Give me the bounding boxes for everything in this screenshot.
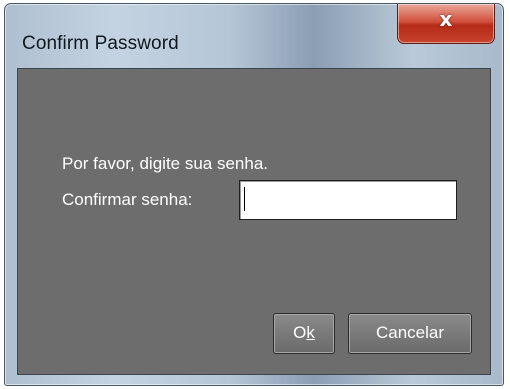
window-title: Confirm Password bbox=[22, 33, 179, 54]
ok-mnemonic: k bbox=[306, 323, 315, 342]
close-icon: x bbox=[439, 7, 453, 31]
dialog-body: Por favor, digite sua senha. Confirmar s… bbox=[17, 68, 491, 375]
prompt-text: Por favor, digite sua senha. bbox=[62, 154, 269, 173]
ok-label: O bbox=[293, 323, 307, 342]
dialog-window: Confirm Password x Por favor, digite sua… bbox=[4, 3, 504, 386]
ok-button[interactable]: Ok bbox=[273, 313, 335, 354]
close-button[interactable]: x bbox=[397, 4, 495, 44]
cancel-button[interactable]: Cancelar bbox=[348, 313, 472, 354]
title-bar[interactable]: Confirm Password x bbox=[5, 4, 503, 64]
password-input[interactable] bbox=[239, 180, 457, 220]
confirm-password-label: Confirmar senha: bbox=[62, 190, 193, 209]
text-caret bbox=[244, 187, 245, 211]
